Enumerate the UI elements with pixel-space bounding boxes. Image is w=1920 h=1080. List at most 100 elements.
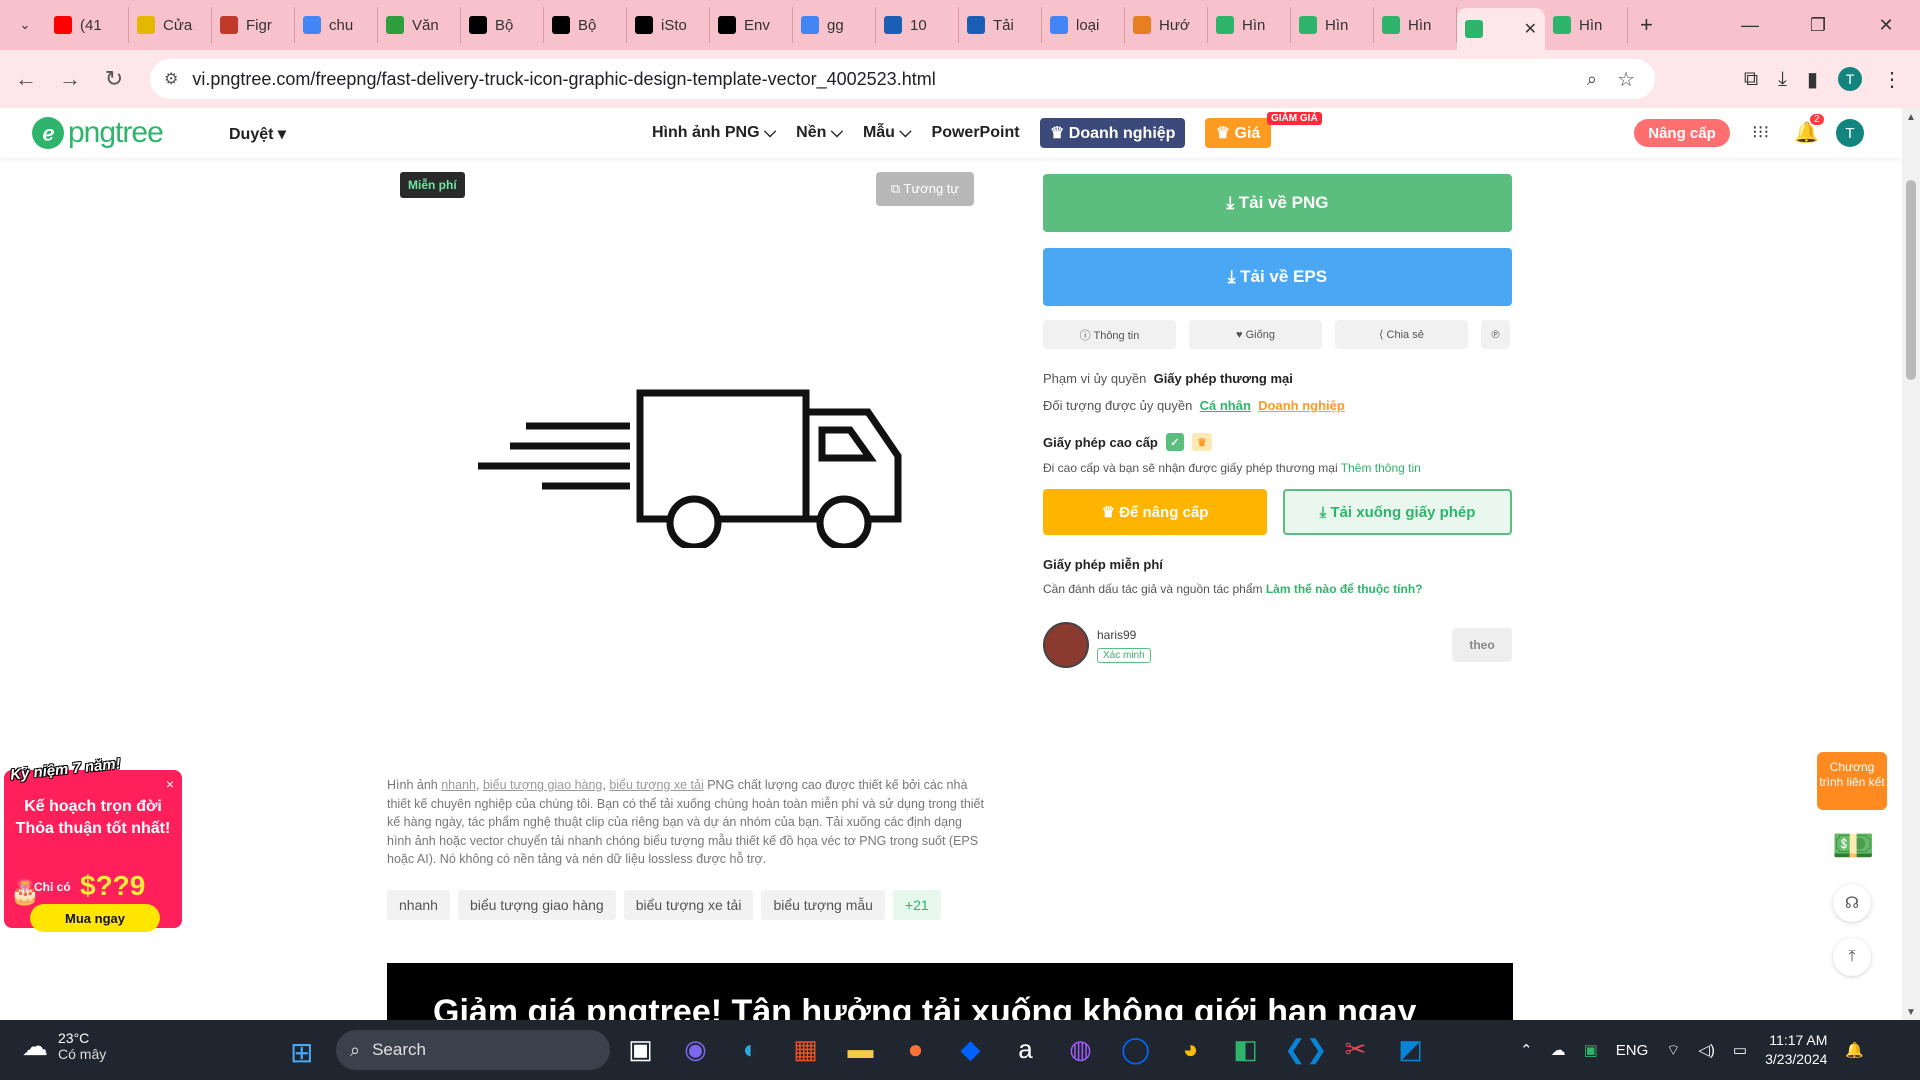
weather-widget[interactable]: ☁ 23°C Có mây — [22, 1030, 106, 1062]
like-button[interactable]: ♥ Giống — [1189, 320, 1322, 349]
tag-item[interactable]: biểu tượng xe tải — [623, 890, 754, 920]
zalo-icon[interactable]: ◯ — [1119, 1034, 1152, 1065]
downloads-icon[interactable]: ⤓ — [1778, 68, 1787, 91]
chrome-icon[interactable]: ◕ — [1174, 1034, 1207, 1065]
extensions-icon[interactable]: ⧉ — [1744, 68, 1758, 91]
forward-icon[interactable]: → — [52, 66, 88, 92]
author-name[interactable]: haris99 — [1097, 628, 1151, 642]
tray-overflow-icon[interactable]: ⌃ — [1520, 1041, 1533, 1059]
browser-tab[interactable]: Tải — [959, 7, 1042, 43]
tab-search-chevron-icon[interactable]: ⌄ — [10, 10, 40, 40]
back-icon[interactable]: ← — [8, 66, 44, 92]
apps-grid-icon[interactable]: ⁝⁝⁝ — [1752, 122, 1769, 143]
tag-item[interactable]: biểu tượng mẫu — [761, 890, 885, 920]
scroll-down-icon[interactable]: ▼ — [1906, 1007, 1916, 1018]
more-info-link[interactable]: Thêm thông tin — [1341, 461, 1421, 475]
browser-tab[interactable]: Bộ — [461, 7, 544, 43]
similar-button[interactable]: ⧉ Tương tự — [876, 172, 974, 206]
side-panel-icon[interactable]: ▮ — [1807, 67, 1818, 92]
wifi-icon[interactable]: ⌔ — [1666, 1041, 1680, 1060]
task-view-icon[interactable]: ▣ — [624, 1034, 657, 1065]
clock[interactable]: 11:17 AM 3/23/2024 — [1765, 1031, 1827, 1069]
browser-menu-icon[interactable]: ⋮ — [1882, 67, 1902, 92]
profile-avatar[interactable]: T — [1838, 67, 1862, 91]
menu-backgrounds[interactable]: Nền ⌵ — [796, 124, 843, 142]
scrollbar-thumb[interactable] — [1906, 180, 1916, 380]
browser-tab[interactable]: Hướ — [1125, 7, 1208, 43]
download-eps-button[interactable]: ⤓ Tải về EPS — [1043, 248, 1512, 306]
user-avatar[interactable]: T — [1836, 119, 1864, 147]
file-explorer-icon[interactable]: ▬ — [844, 1034, 877, 1065]
close-tab-icon[interactable]: ✕ — [1524, 19, 1537, 39]
browser-tab[interactable]: chu — [295, 7, 378, 43]
browser-tab[interactable]: loại — [1042, 7, 1125, 43]
messenger-icon[interactable]: ◍ — [1064, 1034, 1097, 1065]
anniversary-popup[interactable]: × Kế hoạch trọn đời Thỏa thuận tốt nhất!… — [4, 770, 182, 932]
taskbar-search[interactable]: ⌕ Search — [336, 1030, 610, 1070]
browser-tab[interactable]: Văn — [378, 7, 461, 43]
menu-png[interactable]: Hình ảnh PNG ⌵ — [652, 124, 776, 142]
browser-tab[interactable]: Env — [710, 7, 793, 43]
affiliate-program-button[interactable]: Chương trình liên kết — [1817, 752, 1887, 810]
onedrive-icon[interactable]: ☁ — [1551, 1041, 1566, 1059]
menu-powerpoint[interactable]: PowerPoint — [932, 124, 1020, 142]
author-avatar[interactable] — [1043, 622, 1089, 668]
browser-tab[interactable]: Figr — [212, 7, 295, 43]
attribution-link[interactable]: Làm thế nào để thuộc tính? — [1266, 582, 1423, 596]
download-license-button[interactable]: ⤓ Tải xuống giấy phép — [1283, 489, 1512, 535]
tag-item[interactable]: biểu tượng giao hàng — [457, 890, 616, 920]
firefox-icon[interactable]: ● — [899, 1034, 932, 1065]
share-button[interactable]: ⟨ Chia sẻ — [1335, 320, 1468, 349]
pricing-button[interactable]: ♛ Giá — [1205, 118, 1271, 148]
page-scrollbar[interactable]: ▲ ▼ — [1902, 108, 1920, 1020]
tag-item[interactable]: nhanh — [387, 890, 450, 920]
browser-tab[interactable]: Hìn — [1291, 7, 1374, 43]
edge-icon[interactable]: ◐ — [734, 1034, 767, 1065]
promo-banner[interactable]: Giảm giá pngtree! Tận hưởng tải xuống kh… — [387, 963, 1513, 1020]
browser-tab[interactable]: Cửa — [129, 7, 212, 43]
windows-start-icon[interactable]: ⊞ — [290, 1036, 313, 1069]
meet-icon[interactable]: ◉ — [679, 1034, 712, 1065]
pinterest-icon[interactable]: ℗ — [1481, 320, 1510, 349]
scroll-up-icon[interactable]: ▲ — [1906, 112, 1916, 123]
close-window-icon[interactable]: ✕ — [1852, 15, 1920, 36]
desc-link-delivery[interactable]: biểu tượng giao hàng — [483, 778, 602, 792]
tag-more[interactable]: +21 — [892, 890, 941, 920]
volume-icon[interactable]: ◁) — [1698, 1041, 1715, 1059]
snipping-tool-icon[interactable]: ✂ — [1339, 1034, 1372, 1065]
download-png-button[interactable]: ⤓ Tải về PNG — [1043, 174, 1512, 232]
notepad-icon[interactable]: ◧ — [1229, 1034, 1262, 1065]
photos-icon[interactable]: ◩ — [1394, 1034, 1427, 1065]
browser-tab[interactable]: Hìn — [1208, 7, 1291, 43]
pngtree-logo[interactable]: ℯ pngtree — [32, 116, 164, 150]
amazon-icon[interactable]: a — [1009, 1034, 1042, 1065]
language-indicator[interactable]: ENG — [1616, 1042, 1649, 1059]
browse-menu[interactable]: Duyệt ▾ — [229, 124, 286, 144]
back-to-top-icon[interactable]: ⤒ — [1833, 938, 1871, 976]
desc-link-truck[interactable]: biểu tượng xe tải — [609, 778, 703, 792]
vscode-icon[interactable]: ❮❯ — [1284, 1034, 1328, 1065]
site-info-icon[interactable]: ⚙ — [164, 69, 178, 89]
browser-tab[interactable]: 10 — [876, 7, 959, 43]
browser-tab[interactable]: ✕ — [1457, 8, 1545, 50]
notification-icon[interactable]: 🔔 — [1845, 1041, 1864, 1059]
browser-tab[interactable]: gg — [793, 7, 876, 43]
omnibox[interactable]: ⚙ vi.pngtree.com/freepng/fast-delivery-t… — [150, 59, 1655, 99]
browser-tab[interactable]: Hìn — [1545, 7, 1628, 43]
restore-icon[interactable]: ❐ — [1784, 15, 1852, 36]
new-tab-button[interactable]: + — [1640, 12, 1653, 38]
battery-icon[interactable]: ▭ — [1733, 1041, 1747, 1059]
desc-link-fast[interactable]: nhanh — [441, 778, 476, 792]
zoom-icon[interactable]: ⌕ — [1587, 69, 1597, 90]
popup-close-icon[interactable]: × — [166, 776, 174, 792]
follow-button[interactable]: theo — [1452, 628, 1512, 662]
dropbox-icon[interactable]: ◆ — [954, 1034, 987, 1065]
support-headset-icon[interactable]: ☊ — [1833, 884, 1871, 922]
enterprise-button[interactable]: ♛ Doanh nghiệp — [1040, 118, 1186, 148]
browser-tab[interactable]: iSto — [627, 7, 710, 43]
browser-tab[interactable]: Hìn — [1374, 7, 1457, 43]
buy-now-button[interactable]: Mua ngay — [30, 904, 160, 932]
target-personal-link[interactable]: Cá nhân — [1200, 398, 1251, 413]
store-icon[interactable]: ▦ — [789, 1034, 822, 1065]
copilot-icon[interactable]: ▣ — [1584, 1041, 1598, 1059]
